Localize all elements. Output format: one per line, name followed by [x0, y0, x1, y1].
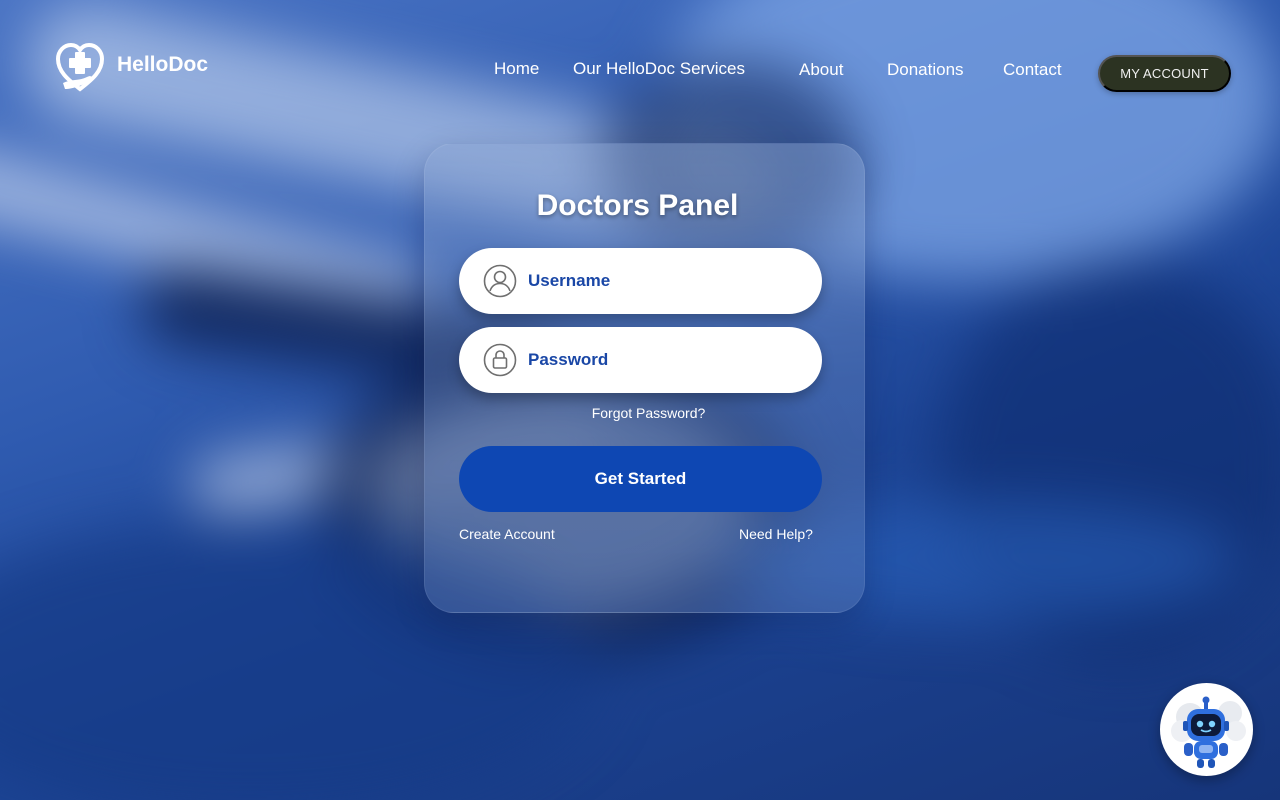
- create-account-link[interactable]: Create Account: [459, 526, 555, 542]
- nav-about[interactable]: About: [799, 60, 843, 80]
- brand-logo[interactable]: HelloDoc: [53, 39, 208, 93]
- panel-title: Doctors Panel: [536, 189, 739, 222]
- heart-cross-hand-icon: [55, 42, 105, 92]
- nav-services[interactable]: Our HelloDoc Services: [573, 59, 745, 79]
- username-field[interactable]: [459, 248, 822, 314]
- get-started-button[interactable]: Get Started: [459, 446, 822, 512]
- login-card: Doctors Panel Forgot Password? Get Start…: [424, 143, 865, 613]
- lock-icon: [483, 343, 517, 377]
- site-header: HelloDoc Home Our HelloDoc Services Abou…: [0, 0, 1280, 130]
- need-help-link[interactable]: Need Help?: [739, 526, 813, 542]
- user-icon: [483, 264, 517, 298]
- my-account-button[interactable]: MY ACCOUNT: [1098, 55, 1231, 92]
- robot-icon: [1171, 696, 1246, 768]
- username-input[interactable]: [528, 266, 788, 296]
- chatbot-button[interactable]: [1160, 683, 1253, 776]
- forgot-password-link[interactable]: Forgot Password?: [425, 405, 872, 421]
- nav-home[interactable]: Home: [494, 59, 539, 79]
- password-field[interactable]: [459, 327, 822, 393]
- brand-name: HelloDoc: [117, 53, 209, 76]
- nav-contact[interactable]: Contact: [1003, 60, 1062, 80]
- password-input[interactable]: [528, 345, 788, 375]
- nav-donations[interactable]: Donations: [887, 60, 964, 80]
